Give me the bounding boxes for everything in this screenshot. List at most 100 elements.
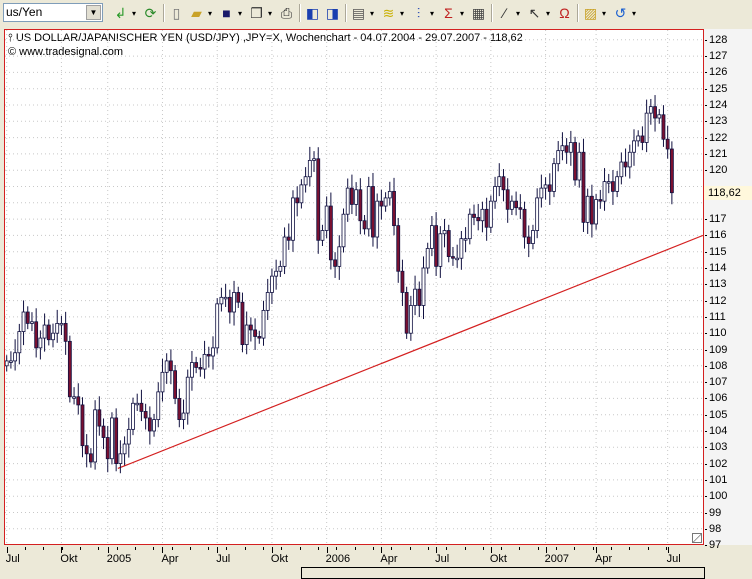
draw-line-button[interactable]: ∕ ▾	[496, 4, 520, 22]
candle-down	[89, 453, 93, 463]
dropdown-arrow-icon[interactable]: ▾	[370, 9, 374, 18]
symbol-combobox[interactable]: us/Yen ▼	[3, 3, 103, 22]
candle-up	[9, 360, 13, 363]
candle-down	[362, 220, 367, 230]
dropdown-arrow-icon[interactable]: ▾	[208, 9, 212, 18]
candle-down	[417, 288, 422, 306]
candle-up	[539, 187, 544, 199]
price-tick-label: 128	[704, 33, 728, 46]
dropdown-arrow-icon[interactable]: ▾	[602, 9, 606, 18]
candle-up	[152, 419, 156, 432]
time-minor-tick	[519, 547, 521, 550]
magnet-button[interactable]: Ω	[556, 4, 573, 22]
horizontal-scrollbar[interactable]	[301, 567, 705, 579]
candle-up	[185, 376, 190, 414]
time-minor-tick	[244, 547, 246, 550]
price-tick-label: 127	[704, 50, 728, 63]
toolbar-separator	[163, 4, 165, 22]
time-minor-tick	[372, 547, 374, 550]
candle-down	[392, 190, 396, 227]
price-axis[interactable]: 1281271261251241231221211201191181171161…	[704, 29, 752, 551]
chart-forward-button[interactable]: ◨	[324, 4, 341, 22]
time-minor-tick	[153, 547, 155, 550]
indicator-button[interactable]: ≋ ▾	[380, 4, 404, 22]
refresh-button[interactable]: ⟳	[142, 4, 159, 22]
chevron-down-icon[interactable]: ▼	[86, 5, 101, 20]
copy-icon: ❐	[250, 4, 263, 21]
candle-down	[379, 200, 384, 207]
candle-down	[168, 360, 173, 372]
price-tick-label: 109	[704, 343, 728, 356]
dropdown-arrow-icon[interactable]: ▾	[400, 9, 404, 18]
candle-up	[531, 230, 535, 244]
price-tick-label: 117	[705, 213, 727, 226]
dropdown-arrow-icon[interactable]: ▾	[460, 9, 464, 18]
time-tick-label: Jul	[435, 553, 450, 565]
new-document-button[interactable]: ▯	[168, 4, 185, 22]
time-minor-tick	[79, 547, 81, 550]
candle-down	[253, 329, 257, 337]
candle-up	[320, 230, 325, 241]
time-minor-tick	[263, 547, 265, 550]
chart-back-button[interactable]: ◧	[304, 4, 321, 22]
sigma-button[interactable]: Σ ▾	[440, 4, 464, 22]
dropdown-arrow-icon[interactable]: ▾	[546, 9, 550, 18]
price-tick-label: 101	[704, 473, 728, 486]
price-plot[interactable]	[5, 30, 703, 544]
time-minor-tick	[611, 547, 613, 550]
candle-up	[156, 391, 161, 420]
time-minor-tick	[189, 547, 191, 550]
resize-handle-icon[interactable]	[692, 533, 702, 543]
strategy-button[interactable]: ⫶ ▾	[410, 4, 434, 22]
candle-up	[303, 176, 308, 186]
dropdown-arrow-icon[interactable]: ▾	[632, 9, 636, 18]
candle-up	[30, 321, 34, 324]
chart-panel[interactable]: ⫯ US DOLLAR/JAPANISCHER YEN (USD/JPY) ,J…	[4, 29, 704, 545]
time-minor-tick	[116, 547, 118, 550]
pointer-button[interactable]: ↖ ▾	[526, 4, 550, 22]
price-tick-label: 113	[705, 278, 727, 291]
candle-down	[501, 176, 506, 191]
dropdown-arrow-icon[interactable]: ▾	[238, 9, 242, 18]
save-disk-button[interactable]: ■ ▾	[218, 4, 242, 22]
time-tick-label: 2006	[325, 553, 351, 565]
dropdown-arrow-icon[interactable]: ▾	[516, 9, 520, 18]
candle-down	[236, 292, 241, 303]
time-tick-label: Okt	[60, 553, 78, 565]
time-axis[interactable]: Jul Okt 2005 Apr Jul Okt 2006 Apr Jul Okt 2007 Apr J…	[0, 545, 752, 567]
open-folder-button[interactable]: ▰ ▾	[188, 4, 212, 22]
candle-down	[522, 208, 527, 238]
dropdown-arrow-icon[interactable]: ▾	[268, 9, 272, 18]
properties-button[interactable]: ▦	[470, 4, 487, 22]
candle-down	[564, 145, 569, 153]
candle-down	[598, 199, 603, 202]
price-tick-label: 123	[704, 115, 728, 128]
apply-arrow-button[interactable]: ↲ ▾	[112, 4, 136, 22]
candle-up	[265, 292, 270, 311]
time-minor-tick	[391, 547, 393, 550]
time-minor-tick	[171, 547, 173, 550]
print-button[interactable]: ⎙	[278, 4, 295, 22]
dropdown-arrow-icon[interactable]: ▾	[132, 9, 136, 18]
candle-down	[80, 404, 85, 447]
undo-button[interactable]: ↺ ▾	[612, 4, 636, 22]
copy-button[interactable]: ❐ ▾	[248, 4, 272, 22]
last-price-label: 118,62	[704, 185, 752, 200]
window-button[interactable]: ▤ ▾	[350, 4, 374, 22]
candle-up	[577, 151, 582, 181]
toolbar-separator	[577, 4, 579, 22]
candle-down	[484, 208, 489, 228]
time-tick-label: Okt	[489, 553, 507, 565]
symbol-value: us/Yen	[6, 5, 43, 19]
candle-down	[84, 445, 89, 455]
save-disk-icon: ■	[222, 4, 231, 21]
dropdown-arrow-icon[interactable]: ▾	[430, 9, 434, 18]
help-button[interactable]: ▨ ▾	[582, 4, 606, 22]
price-tick-label: 98	[704, 522, 722, 535]
price-tick-label: 112	[705, 294, 727, 307]
candle-down	[240, 301, 245, 346]
time-minor-tick	[25, 547, 26, 550]
candle-up	[219, 296, 224, 305]
price-tick-label: 103	[704, 441, 728, 454]
time-minor-tick	[43, 547, 45, 550]
